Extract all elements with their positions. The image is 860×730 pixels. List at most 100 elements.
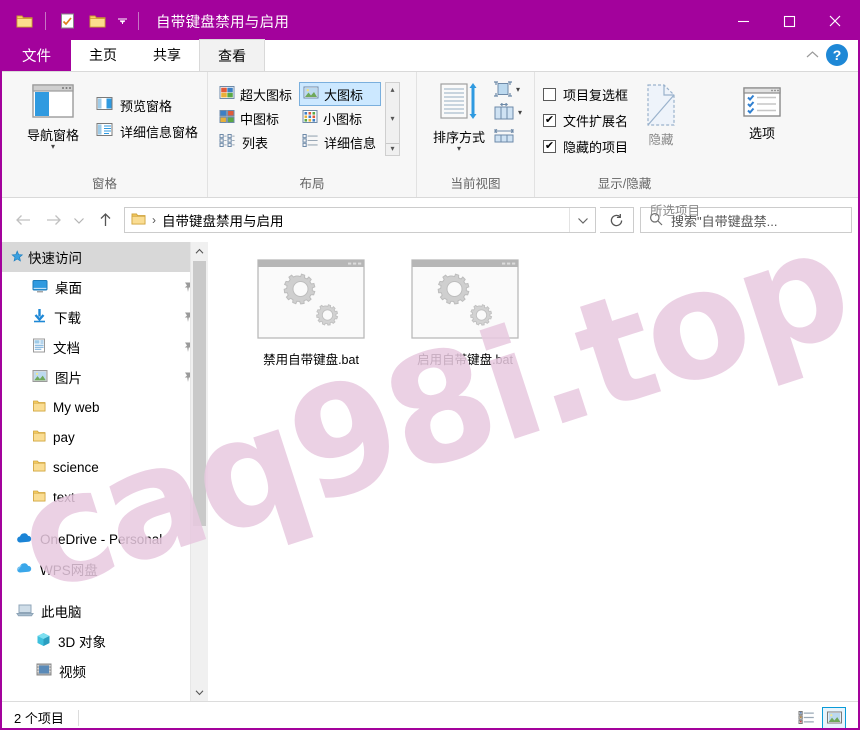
properties-icon[interactable] <box>53 7 81 35</box>
folder-icon[interactable] <box>10 7 38 35</box>
breadcrumb-path[interactable]: 自带键盘禁用与启用 <box>162 210 284 230</box>
sidebar-item-videos[interactable]: 视频 <box>2 656 208 686</box>
sidebar-item-my-web[interactable]: My web <box>2 392 208 422</box>
sidebar-item-documents[interactable]: 文档 <box>2 332 208 362</box>
view-list[interactable]: 列表 <box>216 130 297 154</box>
scroll-more-icon[interactable]: ▾ <box>386 143 400 153</box>
scrollbar-thumb[interactable] <box>193 261 206 526</box>
details-view-icon <box>302 133 319 151</box>
pictures-icon <box>32 369 48 386</box>
sidebar-item-text[interactable]: text <box>2 482 208 512</box>
sidebar-item-desktop[interactable]: 桌面 <box>2 272 208 302</box>
sidebar-label: 3D 对象 <box>58 635 107 650</box>
view-large-label: 大图标 <box>324 87 364 103</box>
sidebar-item-quick-access[interactable]: 快速访问 <box>2 242 208 272</box>
list-item[interactable]: 禁用自带键盘.bat <box>256 258 366 369</box>
view-list-label: 列表 <box>242 135 269 151</box>
details-view-button[interactable] <box>794 707 818 729</box>
sidebar-item-onedrive[interactable]: OneDrive - Personal <box>2 524 208 554</box>
view-small-icons[interactable]: 小图标 <box>299 106 381 130</box>
folder-icon <box>32 399 46 416</box>
fit-column-button[interactable] <box>493 126 522 144</box>
sidebar-item-pay[interactable]: pay <box>2 422 208 452</box>
view-toggles <box>794 706 858 729</box>
file-list-view[interactable]: 禁用自带键盘.bat 启用自带键盘.bat <box>208 242 858 701</box>
tab-file[interactable]: 文件 <box>2 39 71 71</box>
list-item[interactable]: 启用自带键盘.bat <box>410 258 520 369</box>
back-button[interactable] <box>8 205 38 235</box>
size-all-columns-button[interactable]: ▾ <box>493 103 522 121</box>
collapse-ribbon-icon[interactable] <box>805 48 820 63</box>
star-pin-icon <box>11 250 25 267</box>
checkbox[interactable]: ✔ <box>543 113 556 127</box>
desktop-icon <box>32 279 48 296</box>
sidebar-label: 图片 <box>55 371 82 386</box>
forward-button[interactable] <box>38 205 68 235</box>
refresh-button[interactable] <box>600 207 634 233</box>
sidebar-item-science[interactable]: science <box>2 452 208 482</box>
sidebar-item-downloads[interactable]: 下载 <box>2 302 208 332</box>
checkbox[interactable]: ✔ <box>543 139 556 153</box>
ribbon-tab-row: 文件 主页 共享 查看 ? <box>2 39 858 72</box>
new-folder-icon[interactable] <box>83 7 111 35</box>
large-icons-view-button[interactable] <box>822 706 846 728</box>
breadcrumb[interactable]: › 自带键盘禁用与启用 <box>124 207 596 233</box>
sidebar-item-this-pc[interactable]: 此电脑 <box>2 596 208 626</box>
sidebar-label: pay <box>53 429 75 445</box>
view-details-label: 详细信息 <box>324 135 377 151</box>
recent-locations-button[interactable] <box>68 205 90 235</box>
hide-selected-items-button[interactable]: 隐藏 <box>628 81 694 148</box>
add-columns-button[interactable]: ▾ <box>493 80 522 98</box>
navigation-pane-label: 导航窗格 <box>26 128 79 143</box>
maximize-button[interactable] <box>766 2 812 40</box>
tab-view[interactable]: 查看 <box>199 39 265 71</box>
sort-by-label: 排序方式 <box>432 130 485 145</box>
close-button[interactable] <box>812 2 858 40</box>
current-view-group-label: 当前视图 <box>450 177 501 191</box>
file-name: 启用自带键盘.bat <box>417 353 513 367</box>
folder-icon <box>32 489 46 506</box>
navigation-pane-button[interactable]: 导航窗格 ▾ <box>10 78 96 151</box>
tab-home[interactable]: 主页 <box>71 39 135 71</box>
up-button[interactable] <box>90 205 120 235</box>
sidebar-item-wps-cloud[interactable]: WPS网盘 <box>2 554 208 584</box>
explorer-window: 自带键盘禁用与启用 文件 主页 共享 查看 ? 导航窗格 ▾ 预览窗格 详细信息… <box>0 0 860 730</box>
view-large-icons[interactable]: 大图标 <box>299 82 382 106</box>
scroll-down-icon[interactable] <box>191 683 208 701</box>
view-details[interactable]: 详细信息 <box>299 130 381 154</box>
scroll-up-icon[interactable] <box>191 242 208 260</box>
file-extensions-option[interactable]: ✔ 文件扩展名 <box>543 107 628 133</box>
breadcrumb-right <box>569 208 595 232</box>
qat-dropdown-icon[interactable] <box>113 7 131 35</box>
checkbox[interactable] <box>543 87 556 101</box>
sort-by-icon <box>437 82 481 127</box>
sidebar-scrollbar[interactable] <box>190 242 208 701</box>
hidden-items-option[interactable]: ✔ 隐藏的项目 <box>543 133 628 159</box>
layout-view-grid: 超大图标 大图标 中图标 小图标 列表 详细信息 <box>216 82 382 154</box>
scroll-down-icon[interactable]: ▾ <box>391 114 395 123</box>
folder-icon <box>131 212 146 229</box>
scroll-up-icon[interactable]: ▴ <box>391 85 395 94</box>
sidebar-item-pictures[interactable]: 图片 <box>2 362 208 392</box>
address-dropdown-button[interactable] <box>569 208 595 232</box>
minimize-button[interactable] <box>720 2 766 40</box>
ribbon-group-current-view: 排序方式 ▾ ▾ ▾ 当前视图 <box>416 72 534 197</box>
sidebar-item-3d-objects[interactable]: 3D 对象 <box>2 626 208 656</box>
extra-large-icons-icon <box>219 85 235 103</box>
sort-by-button[interactable]: 排序方式 ▾ <box>425 78 493 153</box>
layout-scroll-controls[interactable]: ▴ ▾ ▾ <box>385 82 401 156</box>
address-bar: › 自带键盘禁用与启用 搜索"自带键盘禁... <box>2 198 858 242</box>
view-medium-icons[interactable]: 中图标 <box>216 106 297 130</box>
tab-share[interactable]: 共享 <box>135 39 199 71</box>
panes-checks: 预览窗格 详细信息窗格 <box>96 78 198 144</box>
options-button[interactable]: 选项 <box>726 82 798 141</box>
document-icon <box>32 338 46 356</box>
preview-pane-button[interactable]: 预览窗格 <box>96 92 198 118</box>
item-checkboxes-option[interactable]: 项目复选框 <box>543 81 628 107</box>
help-icon[interactable]: ? <box>826 44 848 66</box>
view-extra-large-icons[interactable]: 超大图标 <box>216 82 297 106</box>
breadcrumb-separator[interactable]: › <box>152 213 156 227</box>
ribbon: 导航窗格 ▾ 预览窗格 详细信息窗格 窗格 超大图标 大图标 中图标 小图标 列… <box>2 72 858 218</box>
preview-pane-icon <box>96 96 113 114</box>
details-pane-button[interactable]: 详细信息窗格 <box>96 118 198 144</box>
